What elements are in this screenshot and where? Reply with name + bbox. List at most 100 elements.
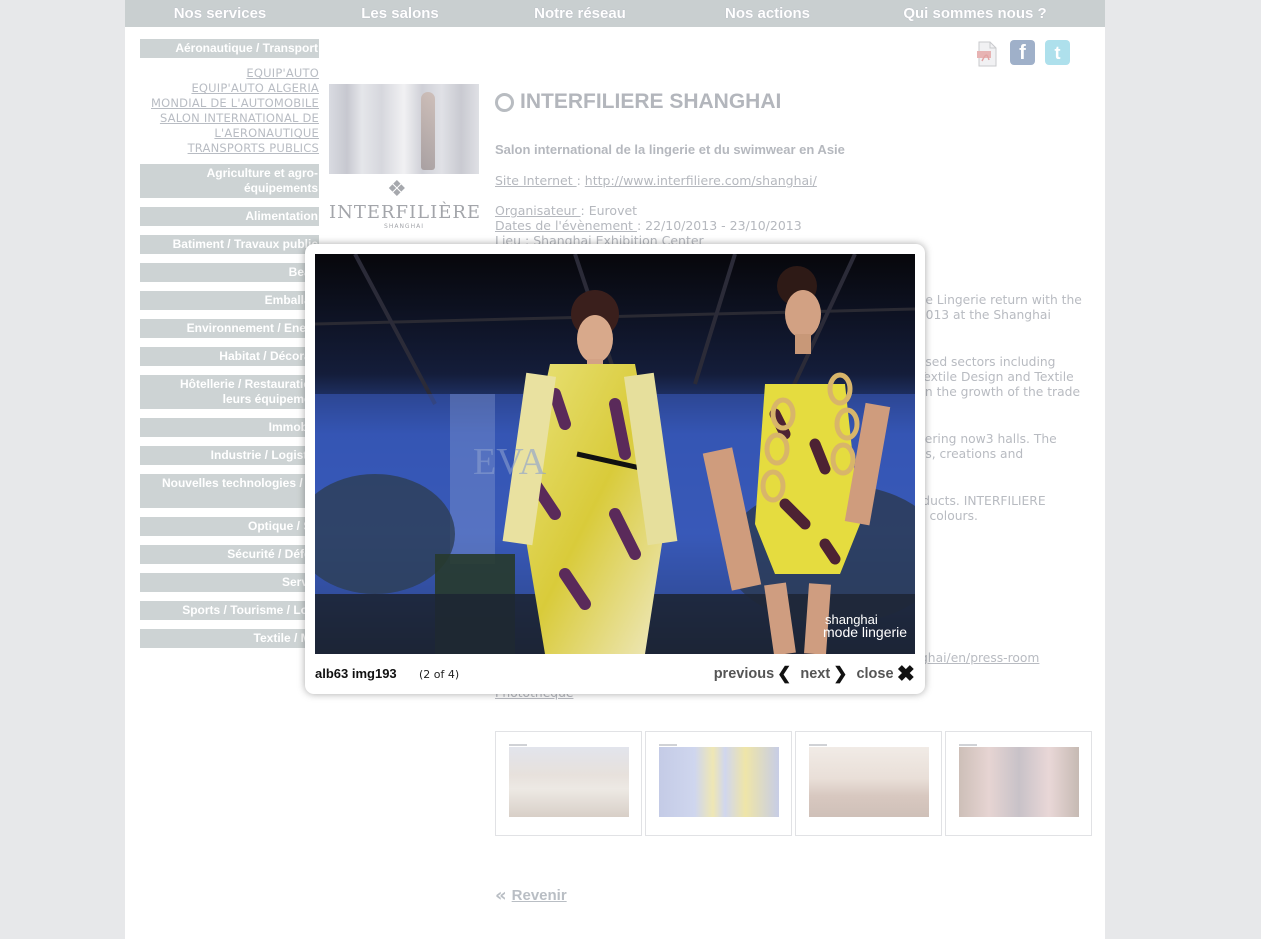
sublink-equipauto-algeria[interactable]: EQUIP'AUTO ALGERIA — [140, 81, 319, 96]
site-url-link[interactable]: http://www.interfiliere.com/shanghai/ — [585, 173, 817, 188]
event-subtitle: Salon international de la lingerie et du… — [495, 142, 845, 157]
sidebar-item-immobilier[interactable]: Immobili — [140, 418, 319, 437]
sidebar-item-industrie[interactable]: Industrie / Logistiq — [140, 446, 319, 465]
next-label: next — [800, 666, 831, 682]
lightbox-dialog: EVA shanghai mode lingerie alb63 img193 … — [305, 244, 925, 694]
sublink-mondial-automobile[interactable]: MONDIAL DE L'AUTOMOBILE — [140, 96, 319, 111]
sidebar-item-label: Hôtellerie / Restauration — [179, 377, 318, 391]
interfiliere-logo-sub: SHANGHAI — [384, 223, 424, 230]
top-navigation: Nos services Les salons Notre réseau Nos… — [125, 0, 1105, 27]
para-line: nd colours. — [910, 509, 978, 523]
thumbnail-image — [959, 747, 1079, 817]
gallery-thumbnail[interactable] — [795, 731, 942, 836]
sidebar-item-securite[interactable]: Sécurité / Défen — [140, 545, 319, 564]
dates-line: Dates de l'évènement : 22/10/2013 - 23/1… — [495, 218, 802, 233]
description-paragraph-3: overing now3 halls. The ons, creations a… — [910, 432, 1105, 462]
nav-nos-services[interactable]: Nos services — [125, 0, 315, 27]
sublink-equipauto[interactable]: EQUIP'AUTO — [140, 66, 319, 81]
description-paragraph-2: based sectors including , Textile Design… — [910, 355, 1105, 400]
sidebar-item-agriculture[interactable]: Agriculture et agro- équipements — [140, 164, 319, 198]
organiser-label: Organisateur — [495, 203, 581, 218]
lightbox-counter: (2 of 4) — [419, 668, 460, 681]
para-line: ode Lingerie return with the — [910, 293, 1082, 307]
gallery-thumbnail[interactable] — [495, 731, 642, 836]
thumb-tab — [659, 744, 677, 746]
category-sidebar: Aéronautique / Transport EQUIP'AUTO EQUI… — [140, 39, 319, 657]
gallery-thumbnail[interactable] — [645, 731, 792, 836]
sidebar-item-hotellerie[interactable]: Hôtellerie / Restauration leurs équipeme… — [140, 375, 319, 409]
para-line: ons, creations and — [910, 447, 1024, 461]
sidebar-item-textile[interactable]: Textile / Mo — [140, 629, 319, 648]
nav-nos-actions[interactable]: Nos actions — [675, 0, 860, 27]
description-paragraph-4: roducts. INTERFILIERE nd colours. — [910, 494, 1105, 524]
sidebar-item-beaute[interactable]: Beau — [140, 263, 319, 282]
para-line: based sectors including — [910, 355, 1056, 369]
interfiliere-mark-icon: ❖ — [387, 177, 407, 202]
gallery-thumbnail[interactable] — [945, 731, 1092, 836]
event-header: INTERFILIERE SHANGHAI — [495, 90, 1095, 114]
para-line: roducts. INTERFILIERE — [910, 494, 1046, 508]
sidebar-item-services[interactable]: Servic — [140, 573, 319, 592]
lightbox-caption: alb63 img193 — [315, 666, 397, 681]
previous-label: previous — [713, 666, 775, 682]
event-logo-photo — [329, 84, 479, 174]
sidebar-item-sports[interactable]: Sports / Tourisme / Lois — [140, 601, 319, 620]
sidebar-item-label: équipements — [243, 181, 318, 195]
chevron-left-icon: ❮ — [777, 664, 792, 683]
lightbox-navigation: previous ❮ next ❯ close ✖ — [705, 661, 915, 686]
sidebar-item-alimentation[interactable]: Alimentation — [140, 207, 319, 226]
organiser-value: : Eurovet — [580, 203, 638, 218]
close-button[interactable]: close ✖ — [856, 661, 915, 686]
site-internet-line: Site Internet : http://www.interfiliere.… — [495, 173, 817, 188]
stage-backdrop-text: EVA — [473, 441, 547, 483]
close-icon: ✖ — [896, 661, 915, 686]
interfiliere-logo-text: INTERFILIÈRE — [329, 202, 482, 223]
sidebar-item-optique[interactable]: Optique / Sa — [140, 517, 319, 536]
site-label: Site Internet — [495, 173, 577, 188]
sublink-aeronautique[interactable]: L'AERONAUTIQUE — [140, 126, 319, 141]
sublink-transports-publics[interactable]: TRANSPORTS PUBLICS — [140, 141, 319, 156]
sidebar-item-label: Nouvelles technologies / Hi — [161, 476, 318, 490]
previous-button[interactable]: previous ❮ — [714, 664, 792, 684]
nav-notre-reseau[interactable]: Notre réseau — [485, 0, 675, 27]
para-line: , 2013 at the Shanghai — [910, 308, 1051, 322]
sublink-salon-international[interactable]: SALON INTERNATIONAL DE — [140, 111, 319, 126]
sidebar-item-batiment[interactable]: Batiment / Travaux public — [140, 235, 319, 254]
para-line: , Textile Design and Textile — [910, 370, 1074, 384]
page-title: INTERFILIERE SHANGHAI — [495, 90, 1095, 114]
nav-les-salons[interactable]: Les salons — [315, 0, 485, 27]
chevron-right-icon: ❯ — [833, 664, 848, 683]
dates-value: : 22/10/2013 - 23/10/2013 — [636, 218, 802, 233]
sidebar-item-environnement[interactable]: Environnement / Energ — [140, 319, 319, 338]
nav-qui-sommes-nous[interactable]: Qui sommes nous ? — [860, 0, 1090, 27]
thumb-tab — [959, 744, 977, 746]
sidebar-item-habitat[interactable]: Habitat / Décorati — [140, 347, 319, 366]
sidebar-item-nouvelles-technologies[interactable]: Nouvelles technologies / Hi te — [140, 474, 319, 508]
thumb-tab — [509, 744, 527, 746]
model-figure — [421, 92, 435, 170]
sidebar-item-label: Agriculture et agro- — [206, 166, 318, 180]
sidebar-item-label: leurs équipemen — [222, 392, 318, 406]
back-label: Revenir — [511, 887, 567, 904]
back-link[interactable]: « Revenir — [495, 885, 567, 906]
facebook-icon[interactable]: f — [1010, 40, 1035, 65]
para-line: e in the growth of the trade — [910, 385, 1081, 399]
watermark-line-2: mode lingerie — [823, 624, 907, 640]
dates-label: Dates de l'évènement — [495, 218, 637, 233]
description-paragraph-1: ode Lingerie return with the , 2013 at t… — [910, 293, 1105, 323]
sidebar-item-emballage[interactable]: Emballag — [140, 291, 319, 310]
thumbnail-image — [659, 747, 779, 817]
runway-photo: EVA shanghai mode lingerie — [315, 254, 915, 654]
site-sep: : — [576, 173, 585, 188]
close-label: close — [856, 666, 894, 682]
next-button[interactable]: next ❯ — [800, 664, 847, 684]
lightbox-image: EVA shanghai mode lingerie — [315, 254, 915, 654]
press-room-link[interactable]: ghai/en/press-room — [920, 651, 1039, 665]
para-line: overing now3 halls. The — [910, 432, 1057, 446]
sidebar-item-label: te — [144, 491, 318, 506]
pdf-icon[interactable] — [976, 41, 998, 67]
twitter-icon[interactable]: t — [1045, 40, 1070, 65]
page-title-text: INTERFILIERE SHANGHAI — [520, 90, 782, 113]
thumb-tab — [809, 744, 827, 746]
sidebar-item-aeronautique[interactable]: Aéronautique / Transport — [140, 39, 319, 58]
